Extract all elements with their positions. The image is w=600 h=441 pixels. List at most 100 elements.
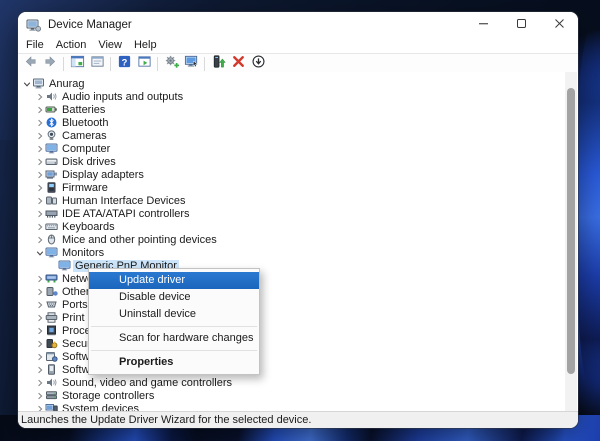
context-menu: Update driver Disable device Uninstall dev… [88,268,260,375]
disable-device-button[interactable] [249,54,267,72]
menu-file[interactable]: File [20,38,50,53]
menu-view[interactable]: View [92,38,128,53]
ide-icon [45,208,58,219]
chevron-right-icon[interactable] [35,313,44,322]
close-button[interactable] [540,12,578,38]
vertical-scrollbar[interactable] [565,72,577,412]
window-controls [464,12,578,38]
scan-hardware-button[interactable] [162,55,180,72]
chevron-right-icon[interactable] [35,391,44,400]
statusbar: Launches the Update Driver Wizard for th… [18,411,578,428]
chevron-right-icon[interactable] [35,365,44,374]
tree-item[interactable]: Display adapters [18,168,578,181]
chevron-right-icon[interactable] [35,118,44,127]
tree-item-label[interactable]: Display adapters [60,169,146,181]
back-icon [23,54,38,74]
network-icon [45,273,58,284]
tree-item[interactable]: Disk drives [18,155,578,168]
tree-item-label[interactable]: Firmware [60,182,110,194]
chevron-down-icon[interactable] [35,248,44,257]
chevron-right-icon[interactable] [35,170,44,179]
scrollbar-thumb[interactable] [567,88,575,374]
minimize-button[interactable] [464,12,502,38]
printer-icon [45,312,58,323]
tree-item[interactable]: Sound, video and game controllers [18,376,578,389]
update-driver-icon [211,54,226,74]
chevron-right-icon[interactable] [35,131,44,140]
menu-action[interactable]: Action [50,38,93,53]
uninstall-device-icon [231,54,246,74]
close-icon [554,16,565,34]
chevron-right-icon[interactable] [35,196,44,205]
chevron-right-icon[interactable] [35,235,44,244]
window-title: Device Manager [48,19,132,31]
chevron-right-icon[interactable] [35,92,44,101]
chevron-right-icon[interactable] [35,378,44,387]
chevron-right-icon[interactable] [35,274,44,283]
properties-window-button[interactable] [88,55,106,72]
tree-item[interactable]: Cameras [18,129,578,142]
tree-item[interactable]: Batteries [18,103,578,116]
port-icon [45,299,58,310]
context-menu-update-driver[interactable]: Update driver [89,272,259,289]
tree-item[interactable]: Mice and other pointing devices [18,233,578,246]
tree-item-label[interactable]: Mice and other pointing devices [60,234,219,246]
security-icon [45,338,58,349]
tree-item[interactable]: Firmware [18,181,578,194]
chevron-right-icon[interactable] [35,183,44,192]
maximize-button[interactable] [502,12,540,38]
tree-item[interactable]: Bluetooth [18,116,578,129]
context-menu-scan-for-hardware-changes[interactable]: Scan for hardware changes [89,330,259,347]
context-menu-disable-device[interactable]: Disable device [89,289,259,306]
chevron-right-icon[interactable] [35,222,44,231]
tree-item-label[interactable]: Disk drives [60,156,118,168]
tree-item[interactable]: Audio inputs and outputs [18,90,578,103]
chevron-right-icon[interactable] [35,300,44,309]
tree-item-label[interactable]: Monitors [60,247,106,259]
tree-item[interactable]: Keyboards [18,220,578,233]
tree-item-label[interactable]: Bluetooth [60,117,110,129]
update-driver-button[interactable] [209,54,227,74]
tree-item-label[interactable]: IDE ATA/ATAPI controllers [60,208,192,220]
tree-item-label[interactable]: Sound, video and game controllers [60,377,234,389]
chevron-right-icon[interactable] [35,339,44,348]
chevron-down-icon[interactable] [22,79,31,88]
tree-item[interactable]: Computer [18,142,578,155]
tree-item-label[interactable]: Keyboards [60,221,117,233]
remote-computer-button[interactable] [182,55,200,72]
tree-item-label[interactable]: Cameras [60,130,109,142]
chevron-right-icon[interactable] [35,157,44,166]
maximize-icon [516,16,527,34]
chevron-right-icon[interactable] [35,326,44,335]
help-button[interactable]: ? [115,55,133,72]
tree-item-label[interactable]: Batteries [60,104,107,116]
chevron-right-icon[interactable] [35,144,44,153]
minimize-icon [478,16,489,34]
chevron-right-icon[interactable] [35,105,44,114]
chevron-right-icon[interactable] [35,352,44,361]
tree-item-label[interactable]: Audio inputs and outputs [60,91,185,103]
chevron-right-icon[interactable] [35,209,44,218]
uninstall-device-button[interactable] [229,55,247,72]
tree-item-label[interactable]: Computer [60,143,112,155]
tree-item[interactable]: Human Interface Devices [18,194,578,207]
back-button[interactable] [21,55,39,72]
keyboard-icon [45,221,58,232]
tree-item[interactable]: Monitors [18,246,578,259]
context-menu-properties[interactable]: Properties [89,354,259,371]
chevron-right-icon[interactable] [35,287,44,296]
context-menu-uninstall-device[interactable]: Uninstall device [89,306,259,323]
tree-item-label[interactable]: Human Interface Devices [60,195,188,207]
software-device-icon [45,364,58,375]
tree-item-label[interactable]: Storage controllers [60,390,156,402]
toolbar-separator [157,56,158,71]
forward-button[interactable] [41,55,59,72]
tree-item[interactable]: Anurag [18,77,578,90]
tree-item-label[interactable]: Anurag [47,78,86,90]
tree-item[interactable]: Storage controllers [18,389,578,402]
console-tree-button[interactable] [68,55,86,72]
menu-help[interactable]: Help [128,38,163,53]
tree-item[interactable]: IDE ATA/ATAPI controllers [18,207,578,220]
titlebar[interactable]: Device Manager [18,12,578,38]
show-window-button[interactable] [135,55,153,72]
